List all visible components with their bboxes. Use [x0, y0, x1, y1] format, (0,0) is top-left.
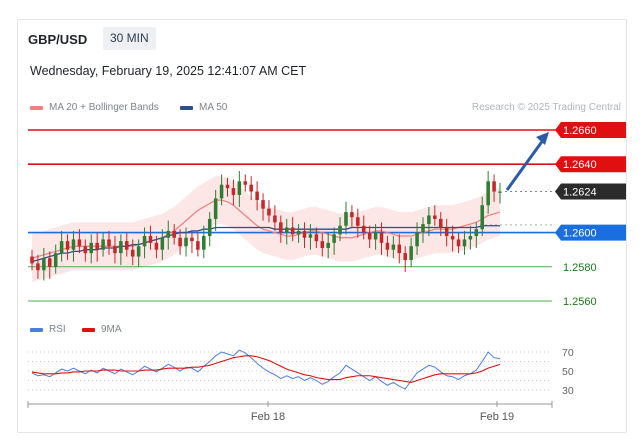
candle-body [314, 234, 319, 242]
rsi-tick-50: 50 [562, 366, 574, 378]
candle-body [308, 234, 313, 238]
candle-body [47, 258, 52, 267]
price-label-1.2640: 1.2640 [563, 159, 597, 171]
candle-body [468, 236, 473, 240]
candle-body [403, 253, 407, 260]
candle-body [391, 244, 396, 250]
candle-body [350, 212, 354, 218]
candle-body [438, 218, 443, 228]
candle-body [332, 234, 336, 243]
candle-body [284, 227, 289, 233]
candle-body [433, 215, 437, 219]
candle-body [125, 241, 129, 250]
candle-body [42, 258, 46, 271]
candle-body [450, 236, 455, 240]
candle-body [190, 237, 194, 242]
candle-body [498, 191, 502, 193]
candle-body [53, 253, 58, 267]
candle-body [202, 236, 206, 250]
candle-body [356, 217, 360, 226]
candle-body [36, 263, 40, 271]
candle-body [373, 232, 378, 240]
price-label-1.2560: 1.2560 [563, 296, 597, 308]
candle-body [225, 184, 230, 189]
candle-body [172, 230, 176, 238]
candle-body [361, 225, 366, 233]
candle-body [492, 181, 496, 192]
candle-body [474, 229, 479, 237]
candle-body [107, 239, 111, 247]
candle-body [113, 246, 117, 254]
candle-body [160, 237, 165, 250]
price-label-1.2660: 1.2660 [563, 125, 597, 137]
candle-body [255, 191, 259, 201]
candle-body [59, 241, 64, 254]
candle-body [397, 244, 402, 254]
forecast-arrow-line [505, 135, 548, 191]
candle-body [243, 181, 248, 185]
candle-body [95, 242, 99, 250]
candle-body [302, 230, 307, 238]
candle-body [379, 232, 384, 243]
candle-body [83, 246, 88, 254]
candle-body [213, 198, 218, 219]
candle-body [261, 200, 265, 209]
candle-body [130, 249, 135, 257]
price-label-1.2580: 1.2580 [563, 262, 597, 274]
candle-body [444, 227, 449, 237]
candle-body [65, 241, 70, 250]
candle-body [136, 246, 141, 257]
rsi-tick-70: 70 [562, 347, 574, 359]
candle-body [421, 224, 425, 233]
candle-body [290, 227, 295, 235]
candle-body [154, 242, 159, 250]
candle-body [409, 246, 413, 260]
candle-body [231, 188, 236, 195]
candle-body [30, 256, 34, 264]
candle-body [148, 236, 153, 243]
time-label-Feb 18: Feb 18 [251, 411, 285, 423]
candle-body [207, 218, 212, 237]
candle-body [178, 237, 182, 247]
candle-body [415, 232, 419, 247]
candle-body [166, 230, 171, 238]
candle-body [344, 212, 348, 226]
rsi-line [31, 349, 501, 390]
price-label-1.2624: 1.2624 [563, 187, 597, 199]
candle-body [119, 241, 123, 254]
candle-body [101, 239, 105, 250]
candle-body [456, 239, 461, 247]
candle-body [279, 222, 283, 233]
candle-body [184, 237, 188, 247]
time-label-Feb 19: Feb 19 [480, 411, 514, 423]
candle-body [219, 184, 224, 199]
candle-body [89, 242, 94, 254]
bollinger-band [32, 176, 500, 283]
rsi-tick-30: 30 [562, 385, 574, 397]
candle-body [462, 239, 467, 247]
candle-body [267, 208, 271, 216]
candle-body [71, 239, 76, 250]
candle-body [338, 225, 342, 235]
price-chart[interactable]: 1.2660 1.2640 1.2624 1.2600 1.2580 1.2560 70 50… [0, 0, 643, 445]
candle-body [196, 241, 200, 250]
candle-body [249, 184, 253, 192]
candle-body [480, 205, 485, 230]
candle-body [296, 230, 301, 235]
price-label-1.2600: 1.2600 [563, 228, 597, 240]
candle-body [77, 239, 82, 247]
candle-body [427, 215, 431, 225]
candle-body [142, 236, 147, 247]
candle-body [237, 181, 242, 195]
candle-body [320, 241, 325, 248]
candle-body [273, 215, 277, 223]
candle-body [367, 232, 372, 240]
candle-body [486, 181, 490, 206]
candle-body [326, 242, 330, 248]
candle-body [385, 242, 390, 250]
